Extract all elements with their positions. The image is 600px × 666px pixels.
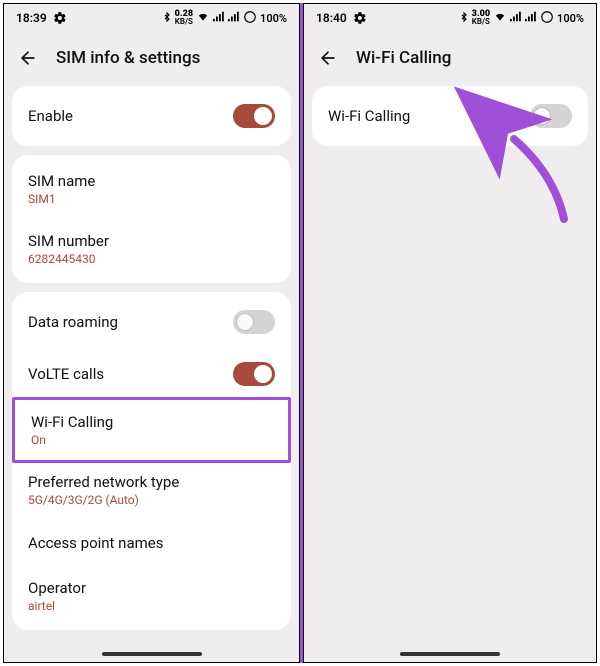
- wifi-calling-row[interactable]: Wi-Fi Calling: [312, 90, 588, 142]
- enable-label: Enable: [28, 107, 73, 125]
- bluetooth-icon: [162, 11, 172, 26]
- enable-row[interactable]: Enable: [12, 90, 291, 142]
- volte-toggle[interactable]: [233, 362, 275, 386]
- wifi-calling-label: Wi-Fi Calling: [31, 413, 113, 431]
- sim-name-value: SIM1: [28, 192, 56, 206]
- enable-toggle[interactable]: [233, 104, 275, 128]
- apn-row[interactable]: Access point names: [12, 520, 291, 566]
- gear-icon: [353, 11, 367, 25]
- status-time: 18:40: [316, 11, 347, 25]
- screen-header: Wi-Fi Calling: [304, 32, 596, 86]
- home-indicator[interactable]: [102, 652, 202, 656]
- wifi-icon: [493, 11, 507, 25]
- operator-row[interactable]: Operator airtel: [12, 566, 291, 626]
- volte-row[interactable]: VoLTE calls: [12, 348, 291, 400]
- wifi-calling-sub: On: [31, 433, 46, 447]
- volte-label: VoLTE calls: [28, 365, 104, 383]
- network-rate: 0.28KB/S: [175, 10, 193, 26]
- sim-number-value: 6282445430: [28, 252, 95, 266]
- screen-header: SIM info & settings: [4, 32, 299, 86]
- sim-name-row[interactable]: SIM name SIM1: [12, 159, 291, 219]
- page-title: SIM info & settings: [56, 48, 200, 68]
- signal-icon: [525, 11, 537, 25]
- home-indicator[interactable]: [400, 652, 500, 656]
- status-time: 18:39: [16, 11, 47, 25]
- status-bar: 18:39 0.28KB/S: [4, 4, 299, 32]
- back-icon[interactable]: [318, 48, 338, 68]
- data-roaming-label: Data roaming: [28, 313, 118, 331]
- sim-name-label: SIM name: [28, 172, 95, 190]
- signal-icon: [228, 11, 240, 25]
- preferred-network-sub: 5G/4G/3G/2G (Auto): [28, 493, 139, 507]
- back-icon[interactable]: [18, 48, 38, 68]
- gear-icon: [53, 11, 67, 25]
- preferred-network-label: Preferred network type: [28, 473, 179, 491]
- battery-percent: 100%: [260, 12, 287, 25]
- network-rate: 3.00KB/S: [472, 10, 490, 26]
- bluetooth-icon: [459, 11, 469, 26]
- data-roaming-toggle[interactable]: [233, 310, 275, 334]
- wifi-calling-label: Wi-Fi Calling: [328, 107, 410, 125]
- sim-number-row[interactable]: SIM number 6282445430: [12, 219, 291, 279]
- sim-number-label: SIM number: [28, 232, 109, 250]
- status-bar: 18:40 3.00KB/S: [304, 4, 596, 32]
- battery-percent: 100%: [557, 12, 584, 25]
- page-title: Wi-Fi Calling: [356, 48, 451, 68]
- operator-label: Operator: [28, 579, 86, 597]
- apn-label: Access point names: [28, 534, 163, 552]
- wifi-calling-toggle[interactable]: [530, 104, 572, 128]
- signal-icon: [510, 11, 522, 25]
- operator-sub: airtel: [28, 599, 55, 613]
- data-roaming-row[interactable]: Data roaming: [12, 296, 291, 348]
- battery-icon: [540, 10, 554, 27]
- wifi-icon: [196, 11, 210, 25]
- signal-icon: [213, 11, 225, 25]
- battery-icon: [243, 10, 257, 27]
- preferred-network-row[interactable]: Preferred network type 5G/4G/3G/2G (Auto…: [12, 460, 291, 520]
- wifi-calling-row[interactable]: Wi-Fi Calling On: [12, 397, 291, 463]
